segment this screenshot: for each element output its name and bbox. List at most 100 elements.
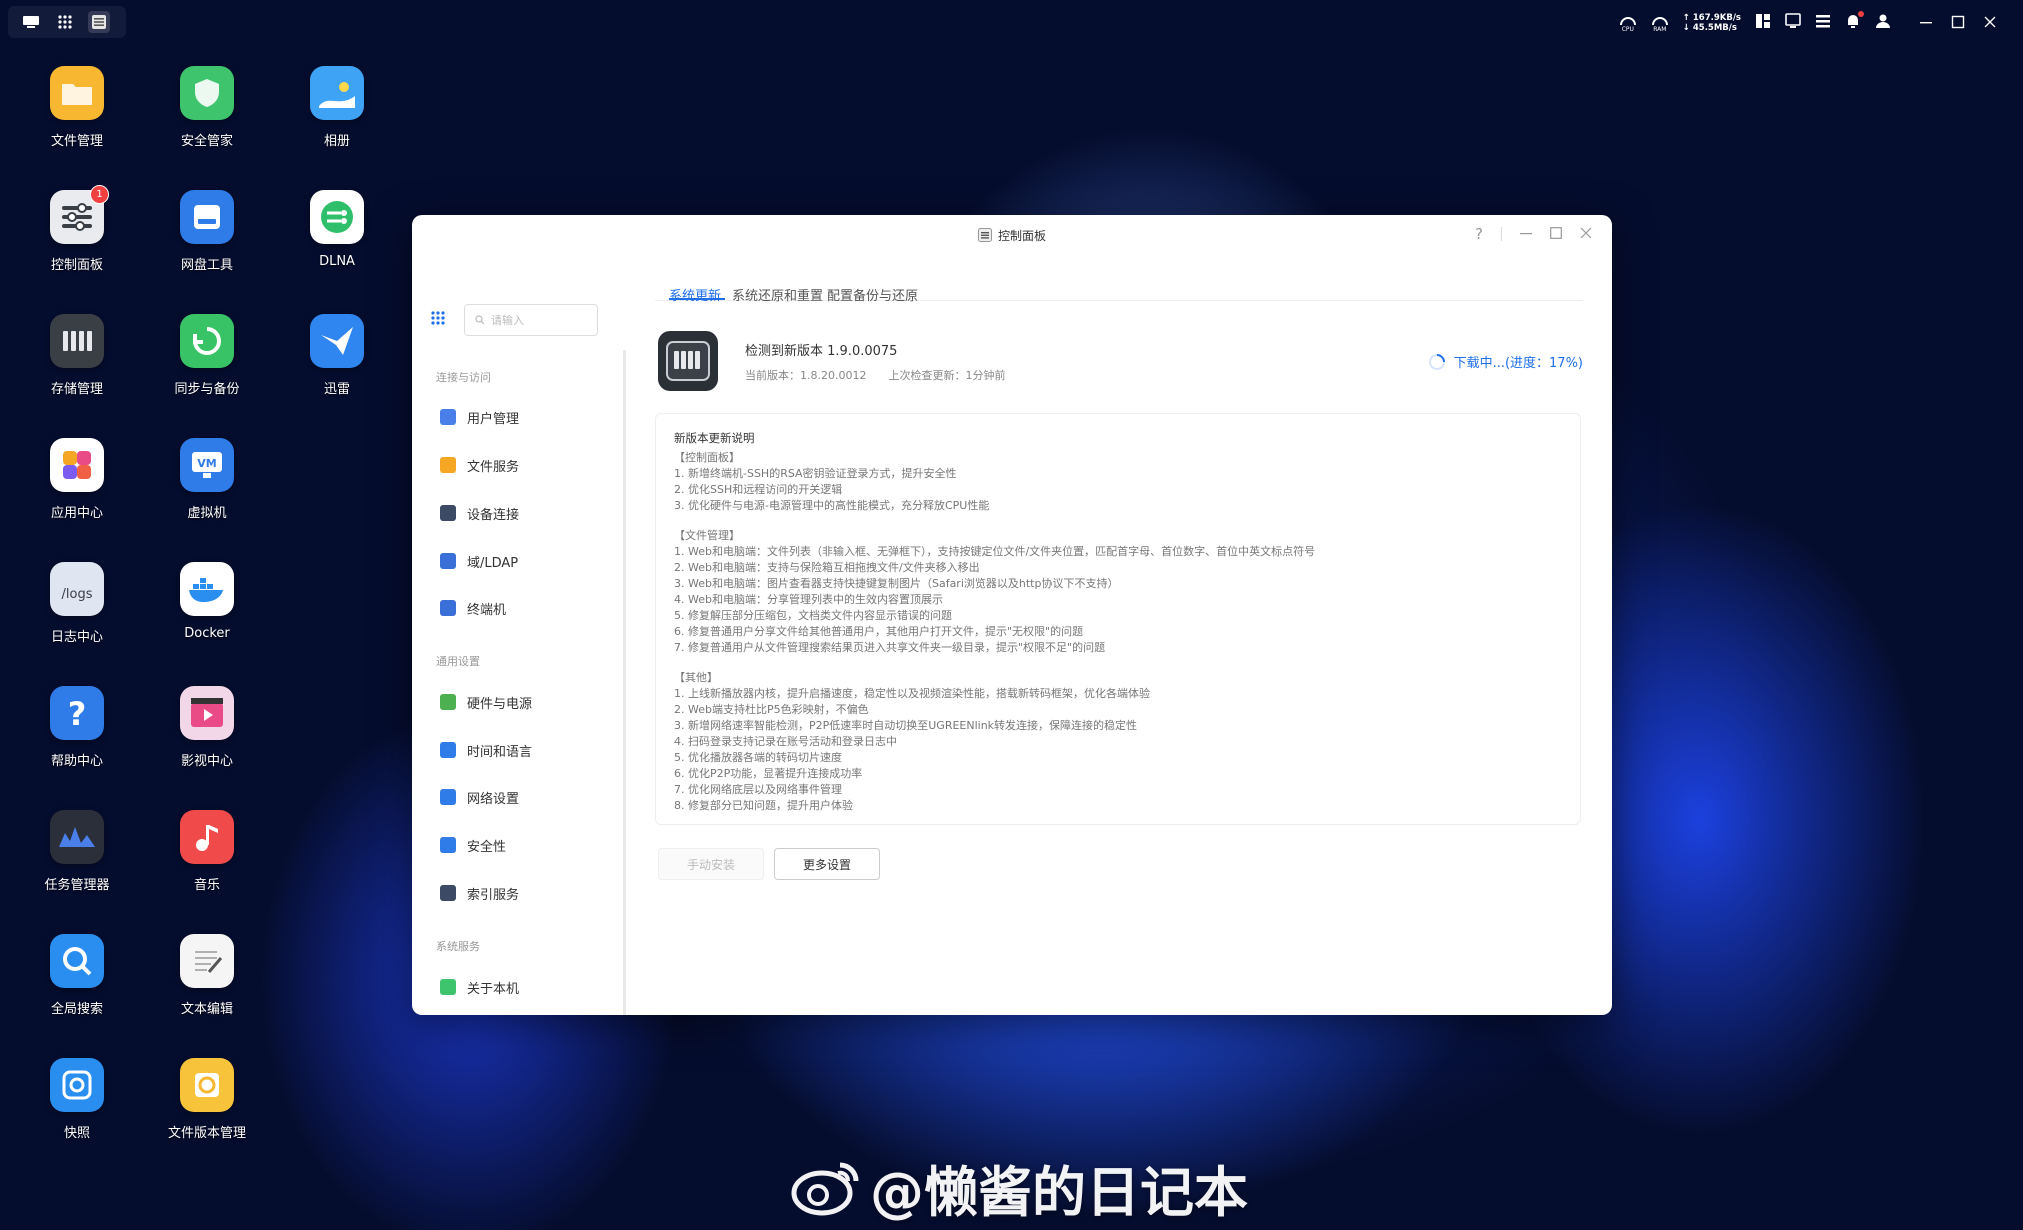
- ram-gauge-icon[interactable]: RAM: [1651, 14, 1669, 33]
- widgets-icon[interactable]: [1755, 13, 1771, 33]
- close-icon[interactable]: [1983, 14, 1997, 33]
- app-grid-icon[interactable]: [430, 310, 446, 330]
- desktop-app-docker[interactable]: Docker: [147, 562, 267, 641]
- main-content: 系统更新 系统还原和重置 配置备份与还原 检测到新版本 1.9.0.0075 当…: [655, 255, 1595, 1015]
- monitor-icon[interactable]: [1785, 13, 1801, 33]
- desktop-app-shield[interactable]: 安全管家: [147, 66, 267, 149]
- sidebar-item-about[interactable]: 关于本机: [426, 967, 626, 1007]
- sidebar-item-hardware-power[interactable]: 硬件与电源: [426, 682, 626, 722]
- active-tab-underline: [669, 298, 725, 300]
- desktop-app-label: 快照: [63, 1126, 90, 1141]
- app-grid-icon[interactable]: [54, 11, 76, 33]
- group-connection-label: 连接与访问: [436, 371, 491, 384]
- notes-item: 3. Web和电脑端：图片查看器支持快捷键复制图片（Safari浏览器以及htt…: [674, 577, 1119, 590]
- file-services-icon: [440, 457, 456, 473]
- security-icon: [440, 837, 456, 853]
- desktop-app-search[interactable]: 全局搜索: [17, 934, 137, 1017]
- sidebar-item-index-service[interactable]: 索引服务: [426, 873, 626, 913]
- desktop-app-help[interactable]: ? 帮助中心: [17, 686, 137, 769]
- maximize-icon[interactable]: [1951, 14, 1965, 33]
- desktop-app-bird[interactable]: 迅雷: [277, 314, 397, 397]
- desktop-app-snapshot[interactable]: 快照: [17, 1058, 137, 1141]
- sidebar-item-label: 时间和语言: [467, 744, 533, 760]
- network-speed[interactable]: ↑ 167.9KB/s ↓ 45.5MB/s: [1683, 13, 1741, 33]
- sidebar-scrollbar[interactable]: [623, 350, 626, 1015]
- film-icon: [180, 686, 234, 740]
- close-icon[interactable]: [1580, 225, 1592, 243]
- show-desktop-icon[interactable]: [20, 11, 42, 33]
- index-service-icon: [440, 885, 456, 901]
- vm-icon: VM: [180, 438, 234, 492]
- manual-install-button[interactable]: 手动安装: [658, 848, 764, 880]
- loading-spinner-icon: [1428, 353, 1446, 371]
- desktop-app-logs[interactable]: /logs 日志中心: [17, 562, 137, 645]
- minimize-icon[interactable]: [1919, 14, 1933, 33]
- help-icon[interactable]: ?: [1475, 225, 1483, 243]
- desktop-app-folder[interactable]: 文件管理: [17, 66, 137, 149]
- sidebar-item-file-services[interactable]: 文件服务: [426, 445, 626, 485]
- bell-icon[interactable]: [1845, 11, 1864, 33]
- maximize-icon[interactable]: [1550, 225, 1562, 243]
- desktop-app-label: 虚拟机: [187, 506, 227, 521]
- desktop-app-label: 文件版本管理: [167, 1126, 246, 1141]
- sidebar-item-devices[interactable]: 设备连接: [426, 493, 626, 533]
- minimize-icon[interactable]: [1520, 225, 1532, 243]
- cpu-gauge-icon[interactable]: CPU: [1619, 14, 1637, 33]
- sidebar-item-terminal[interactable]: 终端机: [426, 588, 626, 628]
- tab-config-backup[interactable]: 配置备份与还原: [827, 285, 918, 304]
- release-notes[interactable]: 新版本更新说明 【控制面板】 1. 新增终端机-SSH的RSA密钥验证登录方式，提…: [655, 413, 1581, 825]
- docker-icon: [180, 562, 234, 616]
- desktop-app-storage[interactable]: 存储管理: [17, 314, 137, 397]
- svg-text:?: ?: [68, 695, 87, 731]
- desktop-app-photo[interactable]: 相册: [277, 66, 397, 149]
- desktop-app-film[interactable]: 影视中心: [147, 686, 267, 769]
- net-down: ↓ 45.5MB/s: [1682, 23, 1737, 33]
- notes-item: 5. 修复解压部分压缩包，文档类文件内容显示错误的问题: [674, 609, 952, 622]
- sidebar-item-time-language[interactable]: 时间和语言: [426, 730, 626, 770]
- more-settings-button[interactable]: 更多设置: [774, 848, 880, 880]
- search-icon: [50, 934, 104, 988]
- tasks-icon[interactable]: [1815, 13, 1831, 33]
- desktop-app-music[interactable]: 音乐: [147, 810, 267, 893]
- taskbar-left: [8, 6, 126, 38]
- tab-bar: 系统更新 系统还原和重置 配置备份与还原: [655, 255, 1583, 304]
- desktop-app-disk[interactable]: 网盘工具: [147, 190, 267, 273]
- desktop-app-label: 控制面板: [50, 258, 103, 273]
- sidebar-item-users[interactable]: 用户管理: [426, 397, 626, 437]
- desktop-app-control-panel[interactable]: 1 控制面板: [17, 185, 137, 273]
- desktop-app-app-center[interactable]: 应用中心: [17, 438, 137, 521]
- desktop-app-dlna[interactable]: DLNA: [277, 190, 397, 269]
- taskbar-right: CPU RAM ↑ 167.9KB/s ↓ 45.5MB/s: [1619, 8, 2023, 38]
- desktop-app-task[interactable]: 任务管理器: [17, 810, 137, 893]
- text-edit-icon: [180, 934, 234, 988]
- sidebar-item-label: 硬件与电源: [467, 696, 533, 712]
- desktop-app-sync[interactable]: 同步与备份: [147, 314, 267, 397]
- search-input[interactable]: 请输入: [464, 304, 598, 336]
- top-bar: CPU RAM ↑ 167.9KB/s ↓ 45.5MB/s: [0, 0, 2023, 46]
- sidebar-item-security[interactable]: 安全性: [426, 825, 626, 865]
- desktop-app-version[interactable]: 文件版本管理: [147, 1058, 267, 1141]
- nas-device-icon: [658, 331, 718, 391]
- notes-item: 6. 修复普通用户分享文件给其他普通用户，其他用户打开文件，提示"无权限"的问题: [674, 625, 1084, 638]
- search-icon: [475, 315, 485, 325]
- control-panel-window: 控制面板 ? 请输入 连接与访问 通用设置 系统服务 用户管理 文件服务 设备连接 域/LD…: [412, 215, 1612, 1015]
- sidebar-item-network[interactable]: 网络设置: [426, 777, 626, 817]
- desktop-app-vm[interactable]: VM 虚拟机: [147, 438, 267, 521]
- control-panel-taskbar-icon[interactable]: [88, 11, 110, 33]
- user-icon[interactable]: [1875, 13, 1891, 33]
- new-version-title: 检测到新版本 1.9.0.0075: [745, 344, 898, 359]
- ldap-icon: [440, 553, 456, 569]
- music-icon: [180, 810, 234, 864]
- sidebar-item-label: 关于本机: [467, 981, 520, 997]
- window-titlebar[interactable]: 控制面板: [412, 215, 1612, 255]
- notes-item: 7. 修复普通用户从文件管理搜索结果页进入共享文件夹一级目录，提示"权限不足"的…: [674, 641, 1106, 654]
- group-general-label: 通用设置: [436, 655, 480, 668]
- tab-system-update[interactable]: 系统更新: [669, 285, 721, 304]
- sidebar-item-label: 用户管理: [467, 411, 520, 427]
- tab-restore-reset[interactable]: 系统还原和重置: [732, 285, 823, 304]
- notes-item: 6. 优化P2P功能，显著提升连接成功率: [674, 767, 863, 780]
- sidebar-item-ldap[interactable]: 域/LDAP: [426, 541, 626, 581]
- desktop-app-text-edit[interactable]: 文本编辑: [147, 934, 267, 1017]
- users-icon: [440, 409, 456, 425]
